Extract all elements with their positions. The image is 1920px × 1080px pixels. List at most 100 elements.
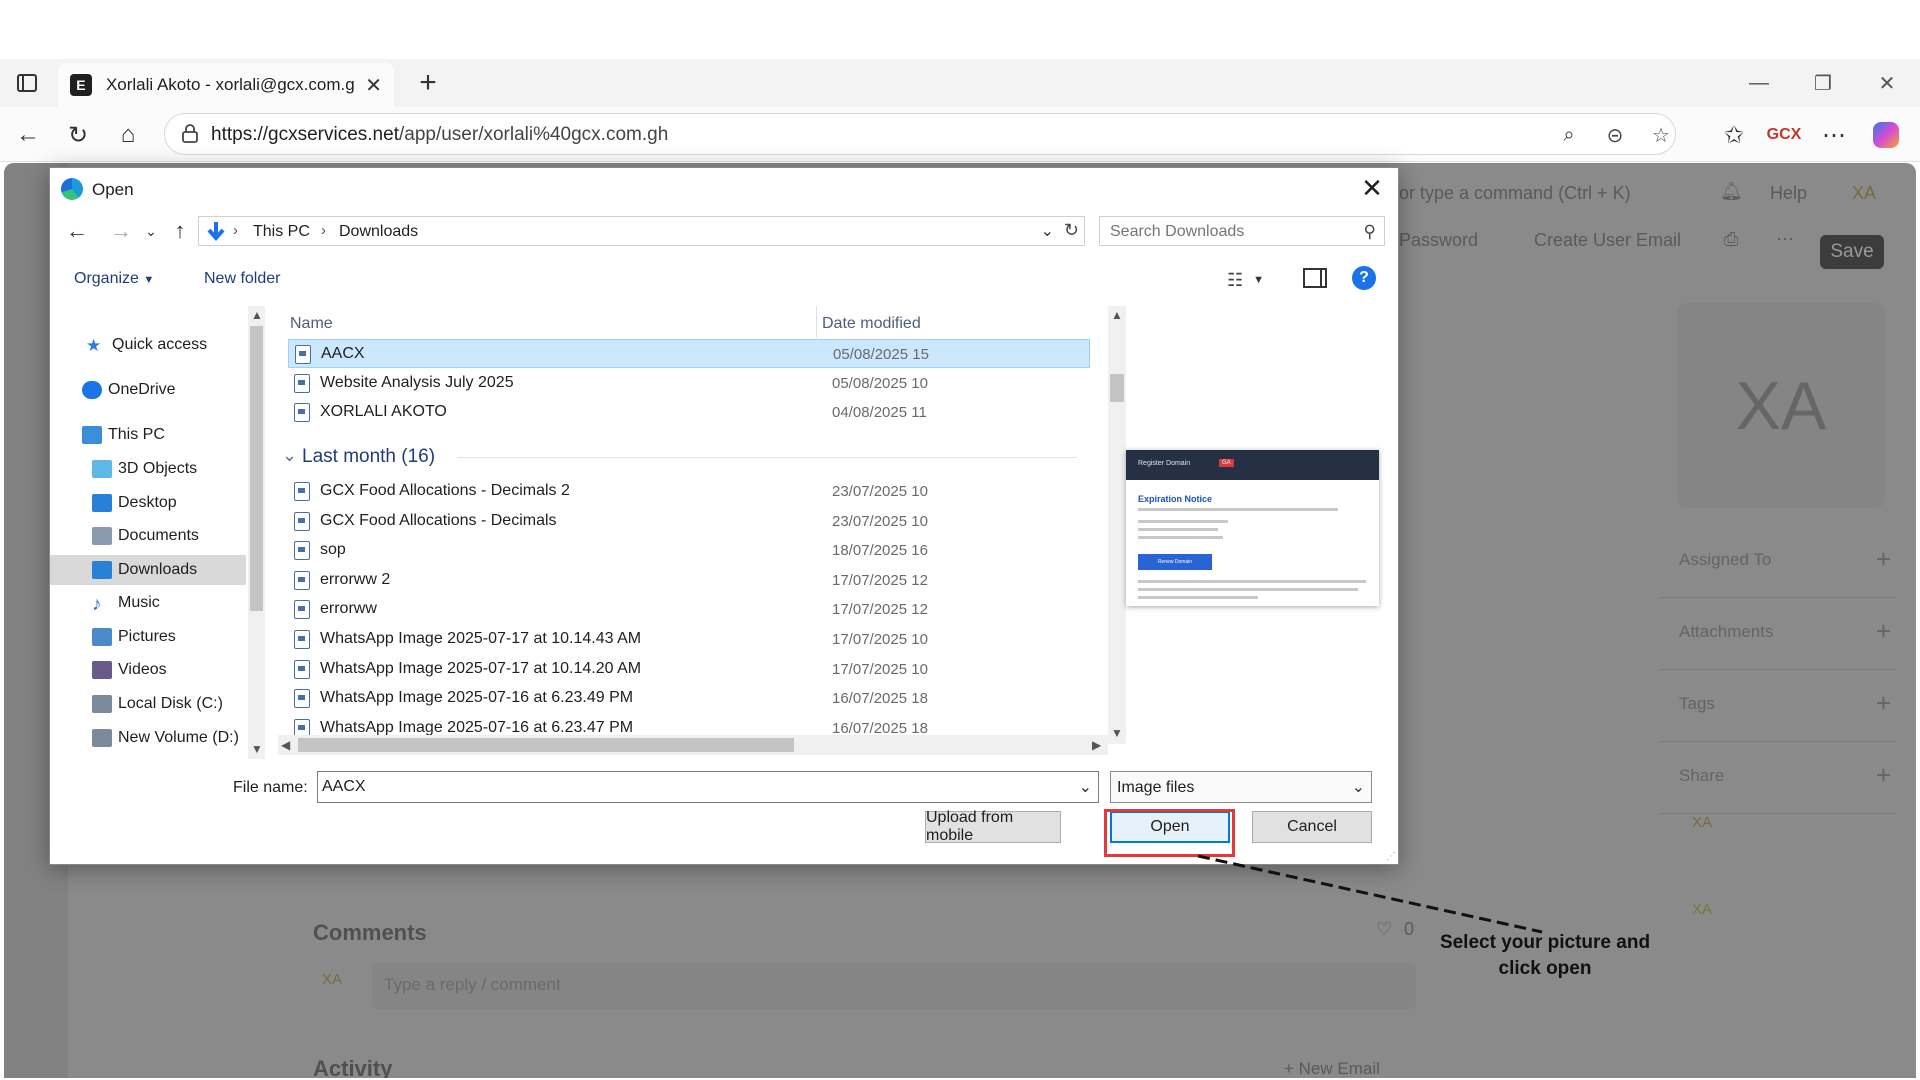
search-input[interactable] <box>1110 223 1340 241</box>
sidebar-row-assigned[interactable]: Assigned To + <box>1659 526 1897 598</box>
file-row[interactable]: WhatsApp Image 2025-07-17 at 10.14.20 AM… <box>288 655 1090 684</box>
refresh-icon[interactable]: ↻ <box>1064 220 1079 241</box>
chevron-down-icon[interactable]: ⌄ <box>1352 777 1365 797</box>
minimize-icon[interactable]: — <box>1736 65 1782 101</box>
scroll-down-icon[interactable]: ▼ <box>251 742 263 756</box>
help-menu[interactable]: Help <box>1770 183 1807 204</box>
help-icon[interactable]: ? <box>1352 266 1376 290</box>
file-row[interactable]: WhatsApp Image 2025-07-16 at 6.23.49 PM 1… <box>288 684 1090 713</box>
breadcrumb-downloads[interactable]: Downloads <box>339 223 418 241</box>
nav-pane-scrollbar[interactable]: ▲ ▼ <box>248 306 265 759</box>
url-text[interactable]: https://gcxservices.net/app/user/xorlali… <box>211 124 668 146</box>
file-scroll-thumb[interactable] <box>1110 374 1124 402</box>
file-list-scrollbar[interactable]: ▲ ▼ <box>1108 306 1126 744</box>
nav-item[interactable]: OneDrive <box>82 375 176 405</box>
file-row[interactable]: errorww 2 17/07/2025 12 <box>288 566 1090 595</box>
window-close-icon[interactable]: ✕ <box>1864 65 1910 101</box>
back-icon[interactable]: ← <box>8 115 48 155</box>
nav-item[interactable]: 3D Objects <box>92 454 197 484</box>
settings-more-icon[interactable]: ⋯ <box>1814 115 1854 155</box>
sidebar-row-share[interactable]: Share + <box>1659 742 1897 814</box>
create-user-email-button[interactable]: Create User Email <box>1534 230 1681 251</box>
column-name-header[interactable]: Name <box>290 315 333 333</box>
nav-item[interactable]: Videos <box>92 655 167 685</box>
nav-item[interactable]: ★ Quick access <box>86 330 207 360</box>
password-menu[interactable]: Password <box>1399 230 1478 251</box>
group-collapse-icon[interactable]: ⌄ <box>282 445 297 466</box>
path-dropdown-icon[interactable]: ⌄ <box>1041 221 1054 241</box>
more-icon[interactable]: ⋯ <box>1776 229 1794 250</box>
search-downloads-box[interactable]: ⚲ <box>1099 216 1385 246</box>
reload-icon[interactable]: ↻ <box>58 115 98 155</box>
address-path-box[interactable]: › This PC › Downloads ⌄ ↻ <box>198 216 1085 246</box>
scroll-down-icon[interactable]: ▼ <box>1111 726 1123 740</box>
file-row[interactable]: GCX Food Allocations - Decimals 2 23/07/2… <box>288 477 1090 506</box>
add-icon[interactable]: + <box>1876 760 1891 791</box>
print-icon[interactable]: ⎙ <box>1724 229 1738 250</box>
tab-close-icon[interactable]: ✕ <box>365 73 382 98</box>
search-icon[interactable]: ⚲ <box>1364 222 1376 242</box>
chevron-down-icon[interactable]: ⌄ <box>1079 777 1092 797</box>
sidebar-row-attachments[interactable]: Attachments + <box>1659 598 1897 670</box>
nav-item[interactable]: This PC <box>82 420 165 450</box>
file-row[interactable]: sop 18/07/2025 16 <box>288 536 1090 565</box>
nav-item[interactable]: Pictures <box>92 622 176 652</box>
file-row[interactable]: GCX Food Allocations - Decimals 23/07/202… <box>288 507 1090 536</box>
restore-icon[interactable]: ❐ <box>1800 65 1846 101</box>
copilot-icon[interactable] <box>1866 115 1906 155</box>
gcx-extension-icon[interactable]: GCX <box>1764 115 1804 155</box>
nav-item[interactable]: New Volume (D:) <box>92 723 239 753</box>
zoom-icon[interactable]: ⌕ <box>1555 121 1583 149</box>
more-tools-icon[interactable]: ⊝ <box>1601 121 1629 149</box>
bell-icon[interactable]: 🔔︎ <box>1720 181 1743 202</box>
favorites-icon[interactable]: ✩ <box>1714 115 1754 155</box>
nav-scroll-thumb[interactable] <box>250 326 263 611</box>
file-row[interactable]: errorww 17/07/2025 12 <box>288 595 1090 624</box>
preview-pane-icon[interactable] <box>1303 268 1327 288</box>
file-type-select[interactable]: Image files ⌄ <box>1110 771 1372 803</box>
new-tab-button[interactable]: + <box>408 63 448 103</box>
recent-locations-icon[interactable]: ⌄ <box>137 216 165 246</box>
file-row[interactable]: AACX 05/08/2025 15 <box>288 339 1090 368</box>
sidebar-row-tags[interactable]: Tags + <box>1659 670 1897 742</box>
new-email-button[interactable]: + New Email <box>1284 1059 1380 1078</box>
file-name-input[interactable] <box>322 778 1062 796</box>
scroll-up-icon[interactable]: ▲ <box>251 308 263 322</box>
nav-item[interactable]: Local Disk (C:) <box>92 689 223 719</box>
nav-item[interactable]: Desktop <box>92 488 177 518</box>
dialog-titlebar[interactable]: Open ✕ <box>50 168 1398 208</box>
cancel-button[interactable]: Cancel <box>1252 811 1372 843</box>
address-bar[interactable]: https://gcxservices.net/app/user/xorlali… <box>164 113 1676 155</box>
horizontal-scroll-thumb[interactable] <box>298 738 794 752</box>
back-arrow-icon[interactable]: ← <box>63 216 91 246</box>
nav-item[interactable]: Documents <box>92 521 199 551</box>
upload-from-mobile-button[interactable]: Upload from mobile <box>925 809 1061 844</box>
file-row[interactable]: WhatsApp Image 2025-07-17 at 10.14.43 AM… <box>288 625 1090 654</box>
organize-button[interactable]: Organize ▼ <box>74 270 154 288</box>
file-row[interactable]: XORLALI AKOTO 04/08/2025 11 <box>288 398 1090 427</box>
save-button[interactable]: Save <box>1820 235 1884 269</box>
forward-arrow-icon[interactable]: → <box>107 216 135 246</box>
new-folder-button[interactable]: New folder <box>204 270 280 288</box>
horizontal-scrollbar[interactable]: ◀ ▶ <box>278 735 1108 755</box>
command-search[interactable]: or type a command (Ctrl + K) <box>1399 183 1631 204</box>
scroll-up-icon[interactable]: ▲ <box>1111 308 1123 322</box>
dialog-close-icon[interactable]: ✕ <box>1354 172 1390 204</box>
column-divider[interactable] <box>816 306 817 338</box>
scroll-right-icon[interactable]: ▶ <box>1092 738 1101 752</box>
file-row[interactable]: Website Analysis July 2025 05/08/2025 10 <box>288 369 1090 398</box>
site-info-icon[interactable] <box>179 123 201 145</box>
nav-item[interactable]: Downloads <box>50 555 246 585</box>
browser-tab-active[interactable]: E Xorlali Akoto - xorlali@gcx.com.gh ✕ <box>58 63 394 107</box>
scroll-left-icon[interactable]: ◀ <box>281 738 290 752</box>
change-view-button[interactable]: ☷ ▼ <box>1227 268 1277 292</box>
user-avatar[interactable]: XA <box>1852 183 1876 204</box>
add-icon[interactable]: + <box>1876 616 1891 647</box>
up-arrow-icon[interactable]: ↑ <box>166 216 194 246</box>
nav-item[interactable]: ♪ Music <box>92 588 160 618</box>
file-name-combobox[interactable]: ⌄ <box>317 771 1099 803</box>
add-icon[interactable]: + <box>1876 688 1891 719</box>
group-header-last-month[interactable]: ⌄ Last month (16) <box>282 442 1082 472</box>
tab-actions-button[interactable] <box>12 69 42 97</box>
home-icon[interactable]: ⌂ <box>108 115 148 155</box>
